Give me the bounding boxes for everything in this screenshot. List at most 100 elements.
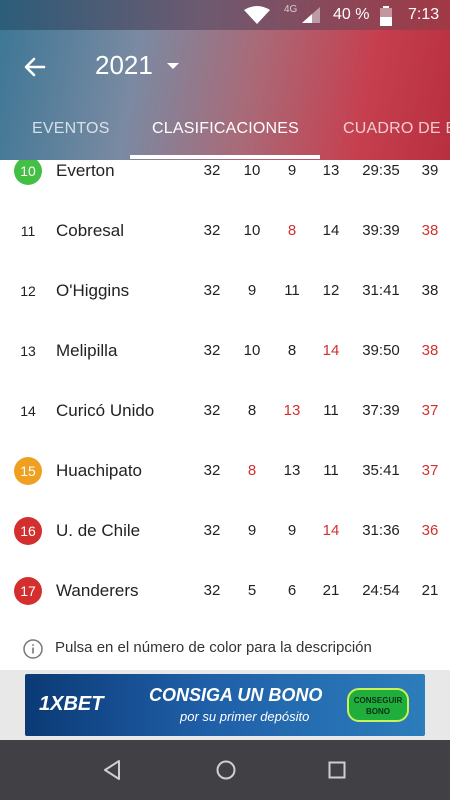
table-row[interactable]: 13 Melipilla 32 10 8 14 39:50 38 — [0, 321, 450, 381]
stat-pg[interactable]: 8 — [232, 462, 272, 479]
app-bar: 2021 EVENTOS CLASIFICACIONES CUADRO DE E — [0, 30, 450, 160]
stat-pp[interactable]: 14 — [311, 342, 351, 359]
stat-pts[interactable]: 36 — [410, 522, 450, 539]
tab-bar: EVENTOS CLASIFICACIONES CUADRO DE E — [0, 112, 450, 160]
nav-home-icon[interactable] — [215, 759, 237, 781]
team-name[interactable]: Melipilla — [56, 341, 117, 361]
ad-title: CONSIGA UN BONO — [149, 685, 323, 705]
wifi-icon — [244, 6, 270, 24]
position-badge[interactable]: 16 — [14, 517, 42, 545]
clock: 7:13 — [408, 6, 440, 23]
hint-row: Pulsa en el número de color para la desc… — [0, 630, 450, 670]
system-nav-bar — [0, 740, 450, 800]
table-row[interactable]: 14 Curicó Unido 32 8 13 11 37:39 37 — [0, 381, 450, 441]
stat-pts[interactable]: 38 — [410, 222, 450, 239]
position-number: 12 — [20, 283, 36, 299]
stat-pe[interactable]: 8 — [272, 222, 312, 239]
hint-text: Pulsa en el número de color para la desc… — [55, 639, 372, 656]
team-name[interactable]: O'Higgins — [56, 281, 129, 301]
team-name[interactable]: Cobresal — [56, 221, 124, 241]
info-icon — [23, 639, 43, 659]
stat-pts: 21 — [421, 582, 439, 599]
stat-pj: 32 — [203, 522, 221, 539]
network-type: 4G — [284, 4, 298, 15]
stat-pe: 8 — [287, 342, 297, 359]
tab-eventos[interactable]: EVENTOS — [32, 120, 110, 138]
stat-goals: 35:41 — [362, 462, 400, 479]
stat-pts[interactable]: 38 — [410, 342, 450, 359]
table-row[interactable]: 16 U. de Chile 32 9 9 14 31:36 36 — [0, 501, 450, 561]
status-bar: 4G 40 % 7:13 — [0, 0, 450, 30]
stat-pts: 38 — [421, 282, 439, 299]
stat-pj: 32 — [203, 342, 221, 359]
stat-pp: 11 — [323, 402, 339, 419]
stat-pts[interactable]: 37 — [410, 402, 450, 419]
table-row[interactable]: 15 Huachipato 32 8 13 11 35:41 37 — [0, 441, 450, 501]
nav-recent-icon[interactable] — [328, 761, 346, 779]
team-name[interactable]: Curicó Unido — [56, 401, 154, 421]
stat-pe[interactable]: 13 — [272, 402, 312, 419]
stat-pg: 10 — [243, 222, 261, 239]
stat-goals: 31:41 — [362, 282, 400, 299]
stat-goals: 39:50 — [362, 342, 400, 359]
stat-pj: 32 — [203, 462, 221, 479]
standings-table: 10 Everton 32 10 9 13 29:35 39 11 Cobresal 32 10 8 14… — [0, 160, 450, 630]
ad-banner[interactable]: 1XBET CONSIGA UN BONO por su primer depó… — [0, 670, 450, 740]
ad-creative[interactable]: 1XBET CONSIGA UN BONO por su primer depó… — [25, 674, 425, 736]
year-dropdown[interactable]: 2021 — [95, 50, 179, 81]
stat-pp: 11 — [323, 462, 339, 479]
stat-pp: 14 — [322, 222, 340, 239]
tab-clasificaciones[interactable]: CLASIFICACIONES — [152, 120, 299, 138]
stat-pj: 32 — [203, 402, 221, 419]
stat-goals: 24:54 — [362, 582, 400, 599]
stat-pts[interactable]: 37 — [410, 462, 450, 479]
stat-pg: 5 — [247, 582, 257, 599]
position-number: 14 — [20, 403, 36, 419]
position-badge[interactable]: 17 — [14, 577, 42, 605]
stat-pe: 9 — [287, 522, 297, 539]
stat-pp: 21 — [322, 582, 340, 599]
battery-level: 40 % — [333, 6, 370, 23]
position-badge[interactable]: 15 — [14, 457, 42, 485]
stat-goals: 29:35 — [362, 162, 400, 179]
year-label: 2021 — [95, 50, 153, 80]
stat-goals: 31:36 — [362, 522, 400, 539]
table-row[interactable]: 17 Wanderers 32 5 6 21 24:54 21 — [0, 561, 450, 621]
team-name[interactable]: U. de Chile — [56, 521, 140, 541]
stat-pe: 13 — [283, 462, 301, 479]
stat-pp: 13 — [322, 162, 340, 179]
team-name[interactable]: Wanderers — [56, 581, 139, 601]
ad-cta-button[interactable]: CONSEGUIR BONO — [347, 688, 409, 722]
position-number: 13 — [20, 343, 36, 359]
signal-icon — [302, 7, 320, 23]
position-number: 11 — [20, 223, 36, 239]
stat-pe: 11 — [284, 282, 300, 299]
stat-goals: 37:39 — [362, 402, 400, 419]
stat-pe: 9 — [287, 162, 297, 179]
ad-subtitle: por su primer depósito — [180, 709, 310, 724]
stat-goals: 39:39 — [362, 222, 400, 239]
battery-icon — [380, 6, 392, 26]
stat-pj: 32 — [203, 282, 221, 299]
arrow-left-icon[interactable] — [20, 52, 50, 82]
tab-cuadro[interactable]: CUADRO DE E — [343, 120, 450, 138]
nav-back-icon[interactable] — [102, 759, 122, 781]
stat-pg: 9 — [247, 522, 257, 539]
team-name[interactable]: Huachipato — [56, 461, 142, 481]
stat-pg: 10 — [243, 342, 261, 359]
stat-pj: 32 — [203, 222, 221, 239]
table-row[interactable]: 10 Everton 32 10 9 13 29:35 39 — [0, 160, 450, 201]
table-row[interactable]: 11 Cobresal 32 10 8 14 39:39 38 — [0, 201, 450, 261]
ad-brand-logo: 1XBET — [39, 693, 104, 715]
stat-pj: 32 — [203, 582, 221, 599]
caret-down-icon — [166, 62, 179, 69]
table-row[interactable]: 12 O'Higgins 32 9 11 12 31:41 38 — [0, 261, 450, 321]
position-badge[interactable]: 10 — [14, 160, 42, 185]
stat-pp[interactable]: 14 — [311, 522, 351, 539]
stat-pj: 32 — [203, 162, 221, 179]
stat-pe: 6 — [287, 582, 297, 599]
active-tab-indicator — [130, 155, 320, 159]
stat-pg: 10 — [243, 162, 261, 179]
stat-pp: 12 — [322, 282, 340, 299]
team-name[interactable]: Everton — [56, 161, 115, 181]
